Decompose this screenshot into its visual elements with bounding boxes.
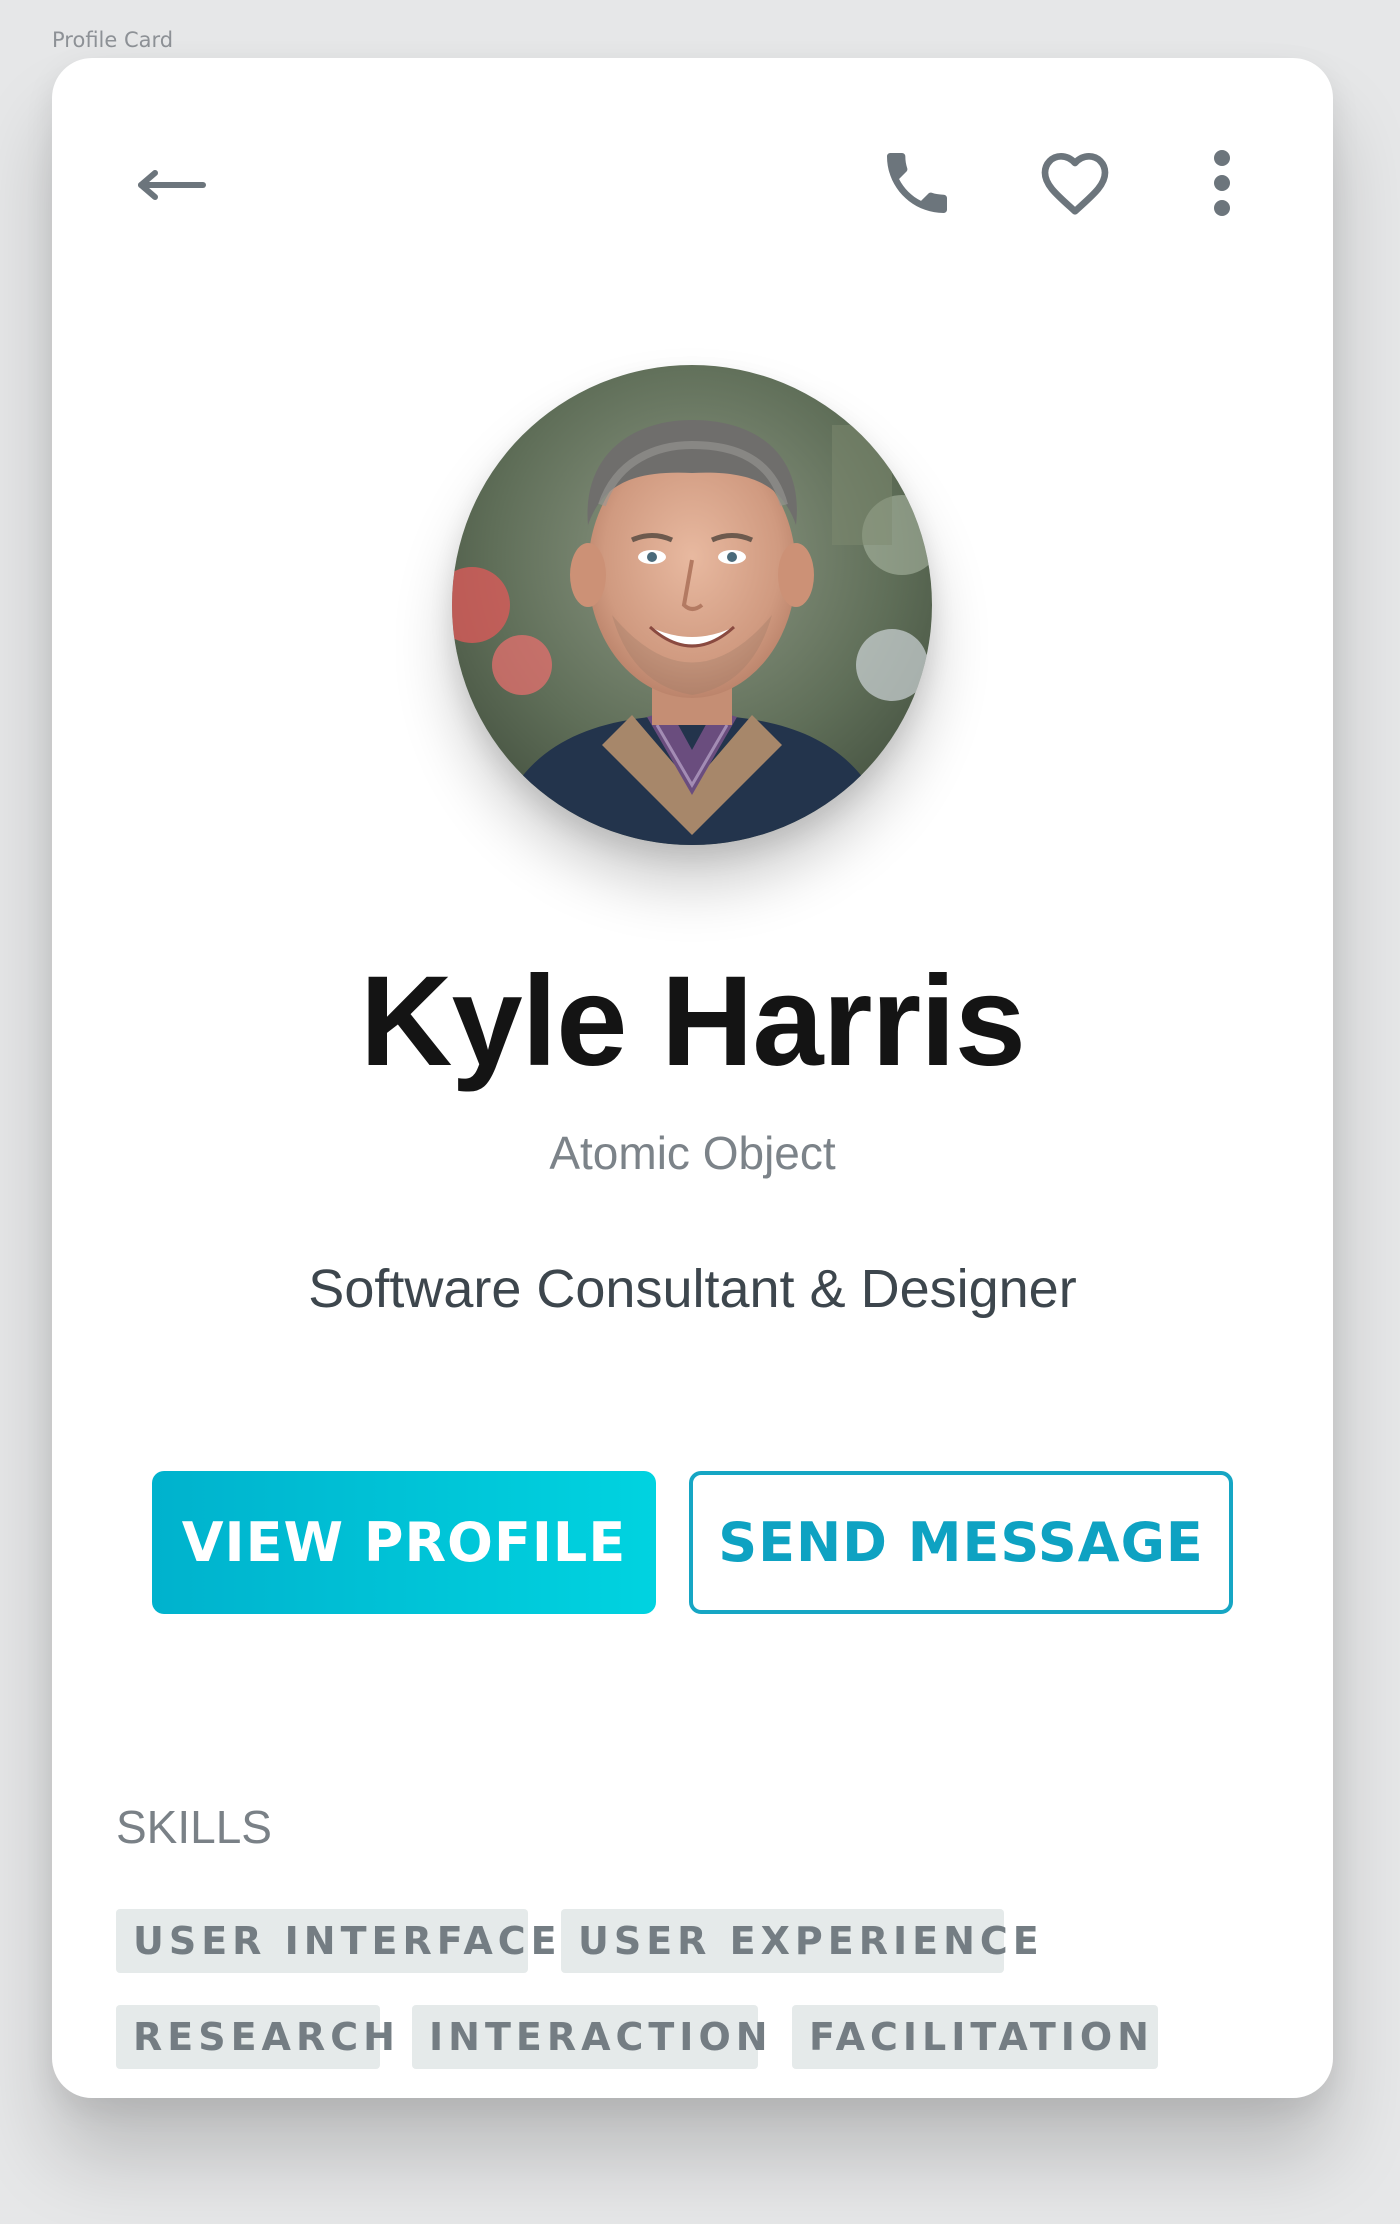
skill-chip[interactable]: USER INTERFACE	[116, 1909, 557, 1973]
arrow-left-icon	[138, 170, 206, 200]
call-button[interactable]	[862, 128, 972, 238]
back-button[interactable]	[127, 140, 217, 230]
heart-outline-icon	[1041, 153, 1108, 215]
more-vertical-icon	[1214, 150, 1230, 216]
profile-name: Kyle Harris	[360, 950, 1026, 1093]
phone-icon	[887, 153, 947, 213]
frame-label: Profile Card	[52, 28, 174, 52]
more-options-button[interactable]	[1182, 128, 1262, 238]
skill-chip[interactable]: RESEARCH	[116, 2005, 395, 2069]
favorite-button[interactable]	[1017, 128, 1132, 238]
avatar[interactable]	[452, 365, 932, 845]
view-profile-button[interactable]: VIEW PROFILE	[152, 1471, 656, 1614]
profile-card: Kyle Harris Atomic Object Software Consu…	[52, 58, 1333, 2098]
skill-chip[interactable]: FACILITATION	[792, 2005, 1158, 2069]
send-message-button[interactable]: SEND MESSAGE	[689, 1471, 1233, 1614]
skill-chip[interactable]: INTERACTION	[412, 2005, 768, 2069]
profile-role: Software Consultant & Designer	[308, 1259, 1077, 1319]
profile-photo	[452, 365, 932, 845]
skills-heading: SKILLS	[116, 1801, 272, 1853]
profile-company: Atomic Object	[549, 1127, 836, 1179]
skill-chip[interactable]: USER EXPERIENCE	[561, 1909, 1039, 1973]
